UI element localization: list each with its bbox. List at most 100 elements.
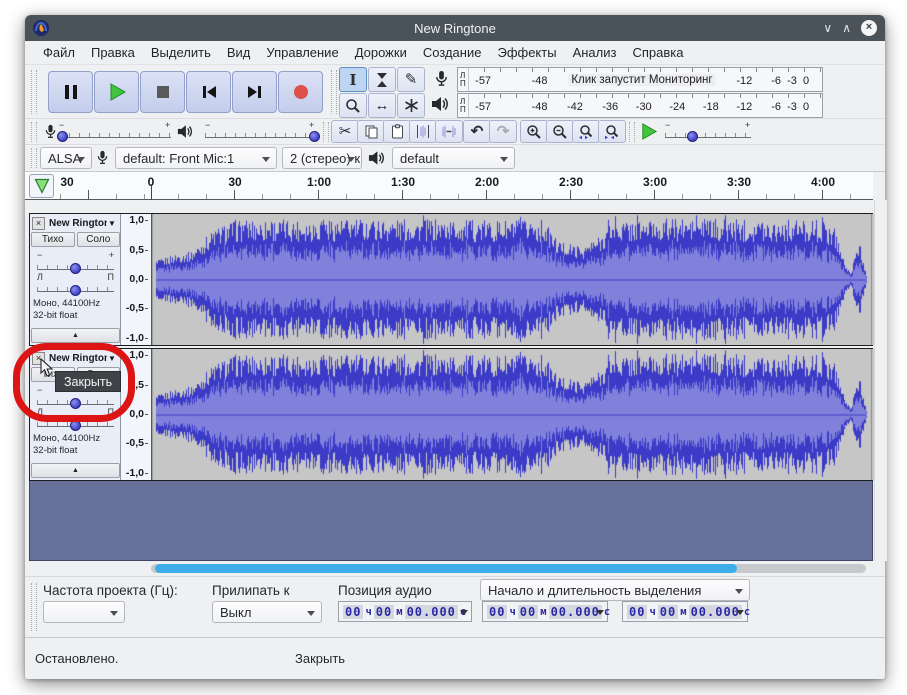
maximize-button[interactable]: ∧ [842,21,851,35]
time-digits[interactable]: 00.000 [549,605,602,619]
skip-to-end-button[interactable] [232,71,277,113]
minimize-button[interactable]: ∨ [823,21,832,35]
undo-button[interactable]: ↶ [463,120,491,143]
mixer-grip[interactable] [31,122,37,142]
stop-button[interactable] [140,71,185,113]
selbar-grip[interactable] [31,583,37,631]
selection-tool-button[interactable]: I [339,67,367,92]
timeshift-tool-button[interactable]: ↔ [368,93,396,118]
recording-meter[interactable]: ЛП -57-48-12-6-30Клик запустит Мониторин… [457,67,823,92]
collapse-button[interactable]: ▲ [31,463,120,478]
record-volume-slider[interactable] [59,127,171,139]
edit-grip[interactable] [323,122,329,142]
toolbar-grip[interactable] [31,70,37,114]
record-button[interactable] [278,71,323,113]
multi-tool-button[interactable] [397,93,425,118]
menu-item-8[interactable]: Эффекты [489,45,564,60]
play-button[interactable] [94,71,139,113]
menu-item-3[interactable]: Выделить [143,45,219,60]
time-digits[interactable]: 00.000 [689,605,742,619]
vertical-scale-ruler[interactable]: 1,00,50,0-0,5-1,0 [121,214,152,345]
time-digits[interactable]: 00 [343,605,363,619]
audio-host-select[interactable]: ALSA [40,147,92,169]
selection-start-field[interactable]: 00ч00м00.000с [482,601,608,622]
draw-tool-button[interactable]: ✎ [397,67,425,92]
waveform-track-1[interactable] [152,214,874,345]
play-speed-grip[interactable] [629,122,635,142]
menu-item-7[interactable]: Создание [415,45,490,60]
empty-project-area[interactable] [29,481,873,561]
vertical-scrollbar[interactable] [874,200,887,561]
menu-item-6[interactable]: Дорожки [347,45,415,60]
solo-button[interactable]: Соло [77,232,121,247]
redo-button[interactable]: ↷ [489,120,517,143]
time-digits[interactable]: 00 [374,605,394,619]
collapse-button[interactable]: ▲ [31,328,120,343]
output-device-select[interactable]: default [392,147,515,169]
waveform-track-2[interactable] [152,349,874,480]
zoom-in-button[interactable] [520,120,548,143]
meter-scale-label: -57 [475,101,491,113]
snap-to-label: Прилипать к [212,583,290,598]
menu-item-5[interactable]: Управление [258,45,346,60]
meter-scale-label: -48 [532,75,548,87]
zoom-tool-button[interactable] [339,93,367,118]
meter-scale-label: -36 [602,101,618,113]
time-digits[interactable]: 00 [658,605,678,619]
time-digits[interactable]: 00 [487,605,507,619]
pan-slider[interactable] [37,281,114,293]
envelope-tool-button[interactable] [368,67,396,92]
selection-end-field[interactable]: 00ч00м00.000с [622,601,748,622]
window-title: New Ringtone [25,21,885,36]
copy-button[interactable] [357,120,385,143]
menu-item-10[interactable]: Справка [624,45,691,60]
window-close-button[interactable]: × [861,20,877,36]
track-title[interactable]: New Rington [49,218,107,229]
snap-to-select[interactable]: Выкл [212,601,322,623]
horizontal-scrollbar-thumb[interactable] [155,564,737,573]
gain-slider[interactable] [37,259,114,271]
device-grip[interactable] [31,148,37,168]
playback-meter[interactable]: ЛП -57-48-42-36-30-24-18-12-6-30 [457,93,823,118]
input-device-select[interactable]: default: Front Mic:1 [115,147,277,169]
project-rate-select[interactable] [43,601,125,623]
monitoring-hint-text[interactable]: Клик запустит Мониторинг [568,74,715,86]
audio-position-field[interactable]: 00ч00м00.000с [338,601,472,622]
time-digits[interactable]: 00 [627,605,647,619]
selection-toolbar: Частота проекта (Гц): Прилипать к Выкл П… [25,576,885,638]
silence-audio-button[interactable] [435,120,463,143]
input-channels-select[interactable]: 2 (стерео) к [282,147,362,169]
fit-selection-button[interactable] [572,120,600,143]
time-digits[interactable]: 00 [518,605,538,619]
skip-to-start-button[interactable] [186,71,231,113]
selection-mode-select[interactable]: Начало и длительность выделения [480,579,750,601]
horizontal-scrollbar[interactable] [151,564,866,573]
play-at-speed-button[interactable] [639,122,658,141]
track-close-button[interactable]: × [32,217,45,230]
pause-button[interactable] [48,71,93,113]
tools-grip[interactable] [331,70,337,114]
paste-button[interactable] [383,120,411,143]
pencil-icon: ✎ [405,72,418,87]
time-unit: ч [364,606,372,618]
trim-audio-button[interactable] [409,120,437,143]
menu-item-2[interactable]: Правка [83,45,143,60]
play-speed-slider[interactable] [665,127,751,139]
screenshot-page: New Ringtone ∨ ∧ × ФайлПравкаВыделитьВид… [0,0,907,695]
ruler-time-label: 30 [60,175,73,189]
record-icon [291,82,311,102]
fit-project-button[interactable] [598,120,626,143]
record-meter-mic-icon[interactable] [433,70,450,87]
menu-item-9[interactable]: Анализ [565,45,625,60]
status-state: Остановлено. [35,651,119,666]
playback-volume-slider[interactable] [205,127,317,139]
timeline-ruler[interactable]: 300301:001:302:002:303:003:304:00 [25,172,873,200]
track-menu-caret-icon[interactable]: ▼ [108,219,116,228]
time-digits[interactable]: 00.000 [405,605,458,619]
menu-item-1[interactable]: Файл [35,45,83,60]
mute-button[interactable]: Тихо [31,232,75,247]
cut-button[interactable]: ✂ [331,120,359,143]
menu-item-4[interactable]: Вид [219,45,259,60]
play-meter-speaker-icon[interactable] [431,96,449,112]
zoom-out-button[interactable] [546,120,574,143]
